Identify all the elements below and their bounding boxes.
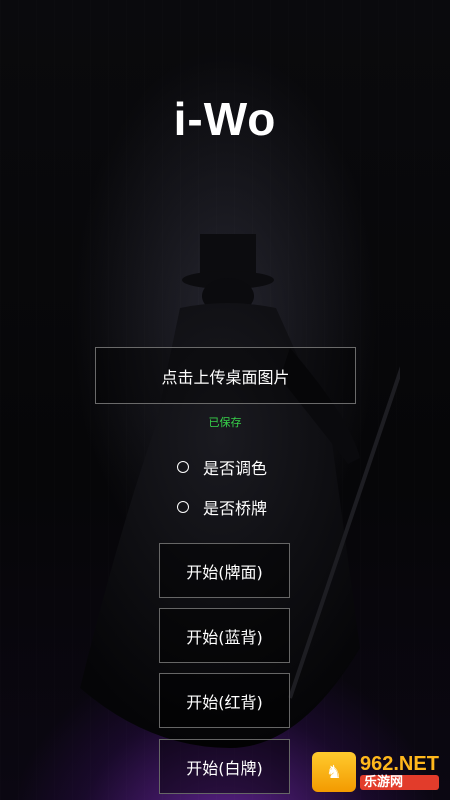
option-label: 是否桥牌 bbox=[203, 499, 268, 518]
start-card-face-button[interactable]: 开始(牌面) bbox=[159, 543, 290, 598]
saved-status-text: 已保存 bbox=[208, 416, 242, 429]
start-blue-back-button[interactable]: 开始(蓝背) bbox=[159, 608, 290, 663]
option-label: 是否调色 bbox=[203, 459, 268, 478]
watermark-logo-icon: ♞ bbox=[312, 752, 356, 792]
start-white-card-button[interactable]: 开始(白牌) bbox=[159, 739, 290, 794]
button-label: 开始(蓝背) bbox=[186, 627, 263, 647]
button-label: 开始(牌面) bbox=[186, 562, 263, 582]
button-label: 开始(白牌) bbox=[186, 758, 263, 778]
upload-button-label: 点击上传桌面图片 bbox=[161, 367, 290, 387]
app-title: i-Wo bbox=[173, 93, 277, 145]
option-bridge-card[interactable]: 是否桥牌 bbox=[177, 495, 267, 519]
watermark-top-text: 962.NET bbox=[360, 752, 439, 775]
radio-unchecked-icon[interactable] bbox=[177, 461, 189, 473]
site-watermark: ♞ 962.NET 乐游网 bbox=[312, 748, 446, 796]
option-color-adjust[interactable]: 是否调色 bbox=[177, 455, 267, 479]
button-label: 开始(红背) bbox=[186, 692, 263, 712]
watermark-bottom-text: 乐游网 bbox=[360, 774, 439, 791]
start-red-back-button[interactable]: 开始(红背) bbox=[159, 673, 290, 728]
radio-unchecked-icon[interactable] bbox=[177, 501, 189, 513]
upload-desktop-image-button[interactable]: 点击上传桌面图片 bbox=[95, 347, 356, 404]
magician-figure-illustration bbox=[80, 234, 400, 748]
